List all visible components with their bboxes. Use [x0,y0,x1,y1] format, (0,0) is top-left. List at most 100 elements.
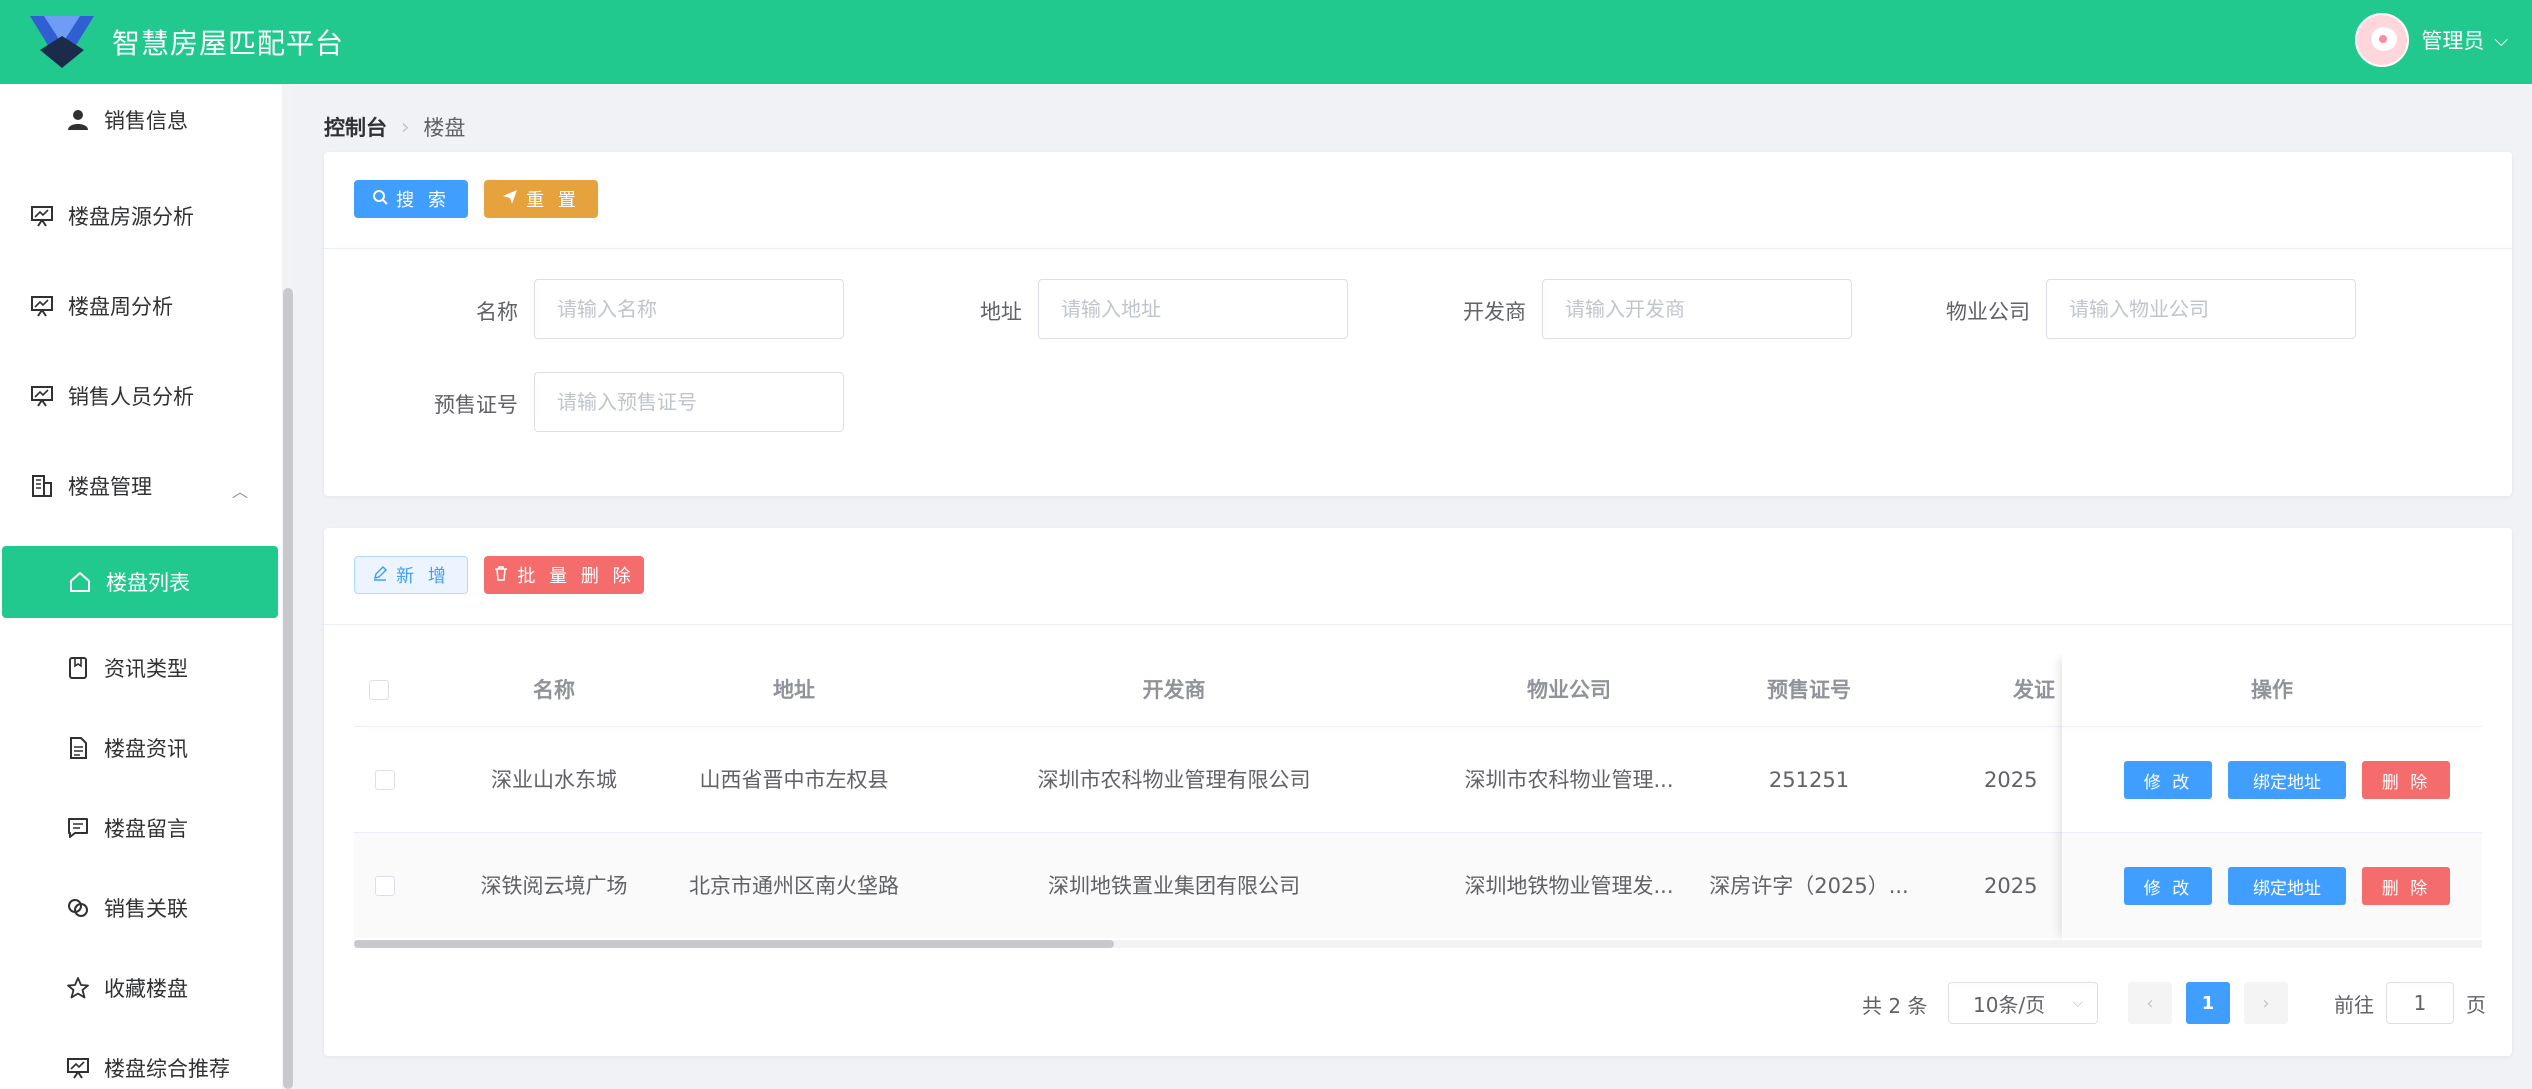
goto-page: 前往 页 [2334,982,2486,1024]
cell-developer: 深圳市农科物业管理有限公司 [1037,768,1311,792]
delete-button[interactable]: 删 除 [2362,761,2450,799]
avatar[interactable] [2355,13,2410,67]
building-icon [30,474,54,498]
notebook-icon [66,656,90,680]
bind-address-button[interactable]: 绑定地址 [2228,761,2346,799]
action-column: 操作 修 改 绑定地址 删 除 修 改 绑定地址 删 除 [2062,654,2482,940]
sidebar-item-building-messages[interactable]: 楼盘留言 [0,792,278,864]
sidebar-item-house-analysis[interactable]: 楼盘房源分析 [0,180,278,252]
action-row: 修 改 绑定地址 删 除 [2062,726,2482,832]
cell-developer: 深圳地铁置业集团有限公司 [1048,874,1300,898]
sidebar-item-label: 楼盘管理 [68,475,152,499]
edit-button[interactable]: 修 改 [2124,761,2212,799]
search-button[interactable]: 搜 索 [354,180,468,218]
cell-property: 深圳市农科物业管理... [1464,768,1674,792]
developer-input[interactable] [1542,279,1852,339]
document-icon [66,736,90,760]
sidebar-item-building-list[interactable]: 楼盘列表 [2,546,278,618]
breadcrumb-current: 楼盘 [423,116,466,140]
sidebar: 销售信息 楼盘房源分析 楼盘周分析 销售人员分析 楼盘管理 ︿ 楼盘列表 资讯类… [0,84,282,1089]
sidebar-item-favorites[interactable]: 收藏楼盘 [0,952,278,1024]
app-title: 智慧房屋匹配平台 [112,27,345,60]
col-header-presale: 预售证号 [1767,678,1851,702]
search-card: 搜 索 重 置 名称 地址 开发商 物业公司 预售证号 [324,152,2512,496]
prev-page-button[interactable]: ‹ [2128,982,2172,1024]
sidebar-item-recommendation[interactable]: 楼盘综合推荐 [0,1032,278,1089]
developer-label: 开发商 [1463,300,1526,324]
pagination: 共 2 条 10条/页 ⌵ ‹ 1 › 前往 页 [324,982,2512,1024]
sidebar-item-label: 收藏楼盘 [104,977,188,1001]
add-button[interactable]: 新 增 [354,556,468,594]
home-icon [68,570,92,594]
send-icon [502,189,518,210]
chevron-left-icon: ‹ [2146,992,2154,1014]
goto-page-input[interactable] [2386,982,2454,1024]
sidebar-scrollbar[interactable] [283,288,293,1089]
star-icon [66,976,90,1000]
sidebar-item-label: 销售人员分析 [68,385,194,409]
property-company-label: 物业公司 [1946,300,2030,324]
chevron-up-icon[interactable]: ︿ [232,478,248,502]
sidebar-item-label: 楼盘留言 [104,817,188,841]
batch-delete-button[interactable]: 批 量 删 除 [484,556,644,594]
sidebar-item-label: 楼盘周分析 [68,295,173,319]
col-header-developer: 开发商 [1142,678,1206,702]
chart-board-icon [30,204,54,228]
breadcrumb-root[interactable]: 控制台 [324,112,387,142]
sidebar-item-sales-info[interactable]: 销售信息 [0,84,278,156]
edit-button[interactable]: 修 改 [2124,867,2212,905]
col-header-actions: 操作 [2251,678,2293,702]
chart-board-icon [30,384,54,408]
address-label: 地址 [980,300,1022,324]
name-input[interactable] [534,279,844,339]
cell-presale: 深房许字（2025）... [1709,874,1909,898]
page-size-select[interactable]: 10条/页 ⌵ [1948,982,2098,1024]
user-icon [66,108,90,132]
sidebar-item-sales-staff-analysis[interactable]: 销售人员分析 [0,360,278,432]
sidebar-item-news-type[interactable]: 资讯类型 [0,632,278,704]
row-checkbox[interactable] [375,770,395,790]
delete-button[interactable]: 删 除 [2362,867,2450,905]
chart-board-icon [66,1056,90,1080]
sidebar-item-building-news[interactable]: 楼盘资讯 [0,712,278,784]
chart-board-icon [30,294,54,318]
sidebar-item-label: 楼盘列表 [106,571,190,595]
table-card: 新 增 批 量 删 除 名称 地址 开发商 物业公司 预售证号 发证 深业山水东… [324,528,2512,1056]
search-icon [372,189,388,210]
divider [324,624,2512,625]
cell-name: 深业山水东城 [491,768,617,792]
link-icon [66,896,90,920]
address-input[interactable] [1038,279,1348,339]
select-all-checkbox[interactable] [369,680,389,700]
user-name[interactable]: 管理员 [2421,25,2484,55]
pagination-total: 共 2 条 [1862,994,1928,1018]
divider [324,248,2512,249]
name-label: 名称 [476,300,518,324]
goto-prefix: 前往 [2334,992,2374,1017]
bind-address-button[interactable]: 绑定地址 [2228,867,2346,905]
cell-name: 深铁阅云境广场 [480,874,628,898]
property-company-input[interactable] [2046,279,2356,339]
reset-button[interactable]: 重 置 [484,180,598,218]
row-checkbox[interactable] [375,876,395,896]
trash-icon [493,565,509,586]
chevron-down-icon: ⌵ [2072,995,2083,1011]
next-page-button[interactable]: › [2244,982,2288,1024]
table-scroll-thumb[interactable] [354,940,1114,948]
cell-address: 山西省晋中市左权县 [699,768,889,792]
col-header-property: 物业公司 [1527,678,1611,702]
col-header-address: 地址 [773,678,815,702]
presale-input[interactable] [534,372,844,432]
page-number-1[interactable]: 1 [2186,982,2230,1024]
sidebar-item-week-analysis[interactable]: 楼盘周分析 [0,270,278,342]
sidebar-item-building-management[interactable]: 楼盘管理 ︿ [0,450,278,522]
top-header: 智慧房屋匹配平台 管理员 ⌵ [0,0,2532,84]
cell-presale: 251251 [1768,768,1850,792]
table-horizontal-scrollbar[interactable] [354,940,2482,948]
sidebar-item-label: 销售信息 [104,109,188,133]
sidebar-item-sales-link[interactable]: 销售关联 [0,872,278,944]
cell-address: 北京市通州区南火垡路 [689,874,899,898]
user-menu[interactable]: 管理员 ⌵ [2355,12,2508,68]
chevron-down-icon[interactable]: ⌵ [2494,30,2508,51]
logo-icon [30,16,94,68]
